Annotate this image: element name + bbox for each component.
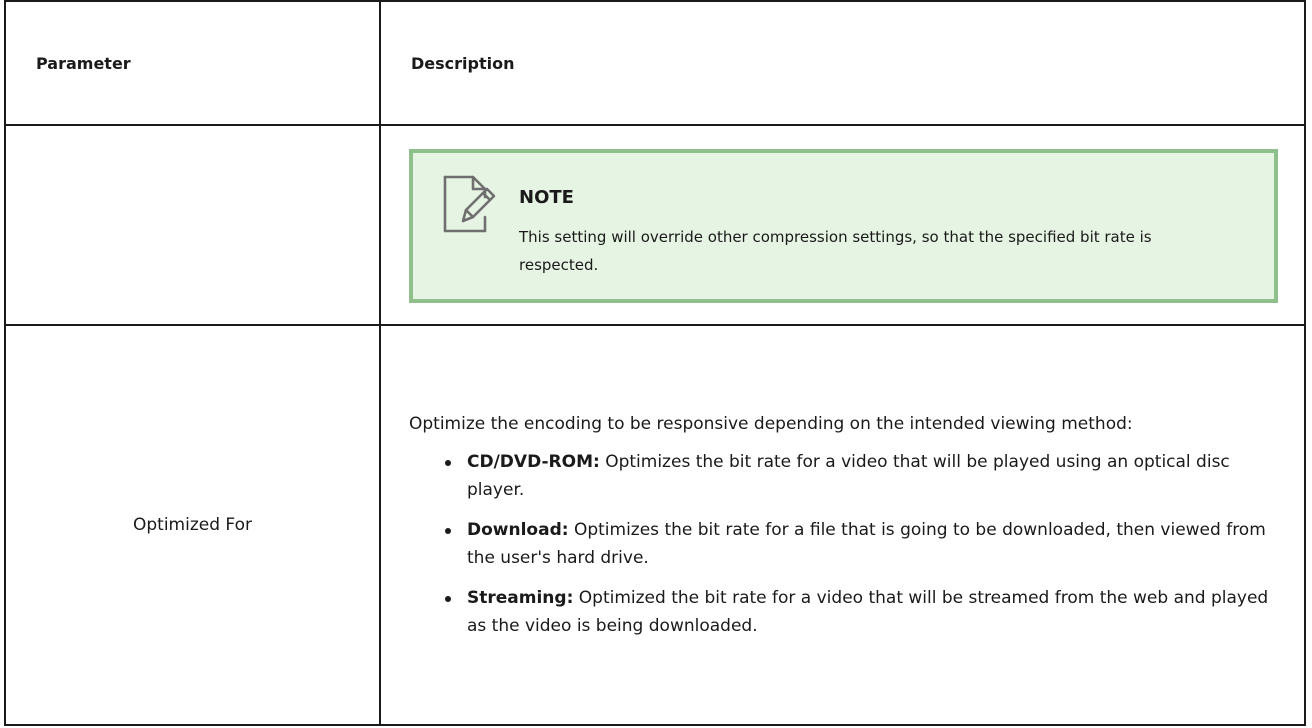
parameter-cell-empty: [4, 124, 381, 326]
table-row: Optimized For Optimize the encoding to b…: [4, 324, 1306, 726]
bullet-icon: [445, 596, 451, 602]
header-description: Description: [379, 0, 1306, 126]
description-intro: Optimize the encoding to be responsive d…: [409, 414, 1133, 434]
header-parameter: Parameter: [4, 0, 381, 126]
parameter-table: Parameter Description NOTE This setting …: [4, 0, 1306, 726]
option-text: Optimized the bit rate for a video that …: [467, 588, 1269, 636]
note-callout: NOTE This setting will override other co…: [409, 148, 1278, 303]
bullet-icon: [445, 528, 451, 534]
table-header-row: Parameter Description: [4, 0, 1306, 126]
parameter-cell-optimized-for: Optimized For: [4, 324, 381, 726]
list-item: Download: Optimizes the bit rate for a f…: [445, 516, 1278, 572]
option-term: Streaming:: [467, 588, 574, 608]
list-item: Streaming: Optimized the bit rate for a …: [445, 584, 1278, 640]
note-pencil-icon: [443, 175, 496, 232]
description-cell: Optimize the encoding to be responsive d…: [379, 324, 1306, 726]
table-row: NOTE This setting will override other co…: [4, 124, 1306, 326]
option-term: CD/DVD-ROM:: [467, 452, 600, 472]
option-list: CD/DVD-ROM: Optimizes the bit rate for a…: [409, 448, 1278, 640]
option-text: Optimizes the bit rate for a file that i…: [467, 520, 1266, 568]
bullet-icon: [445, 460, 451, 466]
list-item: CD/DVD-ROM: Optimizes the bit rate for a…: [445, 448, 1278, 504]
description-cell: NOTE This setting will override other co…: [379, 124, 1306, 326]
option-term: Download:: [467, 520, 569, 540]
note-title: NOTE: [519, 186, 574, 208]
note-text: This setting will override other compres…: [519, 227, 1152, 274]
